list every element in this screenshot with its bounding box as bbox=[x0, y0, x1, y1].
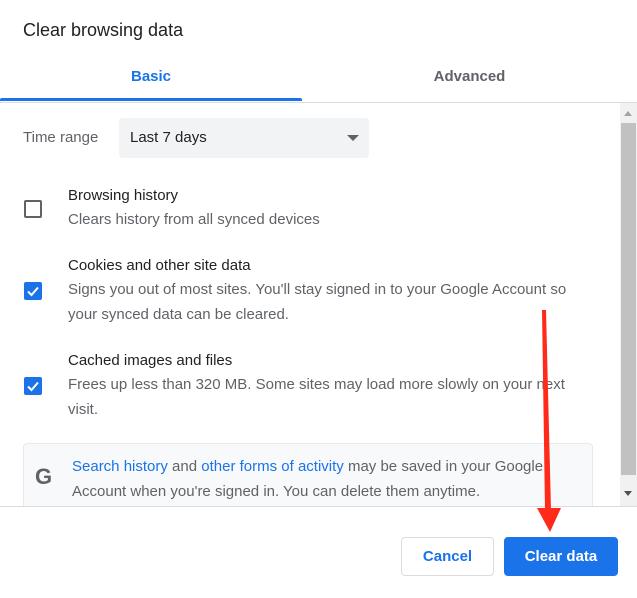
time-range-label: Time range bbox=[23, 129, 99, 146]
scroll-down-arrow-icon[interactable] bbox=[624, 491, 632, 496]
tab-advanced[interactable]: Advanced bbox=[302, 58, 637, 102]
search-history-link[interactable]: Search history bbox=[72, 458, 168, 475]
cached-images-checkbox[interactable] bbox=[24, 377, 42, 395]
notice-connector: and bbox=[167, 458, 202, 475]
time-range-select[interactable]: Last 7 days bbox=[119, 118, 369, 158]
google-activity-notice: G Search history and other forms of acti… bbox=[23, 443, 593, 506]
option-description: Clears history from all synced devices bbox=[68, 211, 320, 228]
scrollbar[interactable] bbox=[620, 103, 637, 506]
google-g-icon: G bbox=[35, 464, 53, 489]
option-title: Cached images and files bbox=[68, 352, 233, 369]
option-description: Signs you out of most sites. You'll stay… bbox=[68, 281, 567, 323]
cancel-button[interactable]: Cancel bbox=[401, 537, 494, 576]
notice-text: Search history and other forms of activi… bbox=[72, 454, 592, 504]
option-title: Browsing history bbox=[68, 187, 179, 204]
option-title: Cookies and other site data bbox=[68, 257, 251, 274]
tab-basic[interactable]: Basic bbox=[0, 58, 302, 102]
checkmark-icon bbox=[27, 381, 39, 392]
time-range-value: Last 7 days bbox=[130, 129, 207, 146]
other-activity-link[interactable]: other forms of activity bbox=[201, 458, 344, 475]
checkmark-icon bbox=[27, 286, 39, 297]
tab-bar: Basic Advanced bbox=[0, 58, 637, 103]
option-description: Frees up less than 320 MB. Some sites ma… bbox=[68, 376, 565, 418]
browsing-history-checkbox[interactable] bbox=[24, 200, 42, 218]
cookies-checkbox[interactable] bbox=[24, 282, 42, 300]
active-tab-indicator bbox=[0, 98, 302, 101]
footer-divider bbox=[0, 506, 637, 507]
scrollbar-thumb[interactable] bbox=[621, 123, 636, 475]
scroll-up-arrow-icon[interactable] bbox=[624, 111, 632, 116]
clear-data-button[interactable]: Clear data bbox=[504, 537, 618, 576]
dialog-title: Clear browsing data bbox=[23, 20, 184, 40]
dropdown-caret-icon bbox=[347, 135, 359, 141]
options-scroll-area: Time range Last 7 days Browsing history … bbox=[0, 103, 637, 506]
